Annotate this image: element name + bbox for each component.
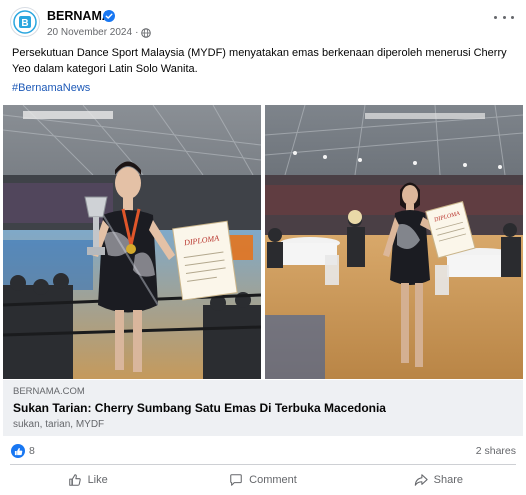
photo-dancer-on-floor[interactable]: DIPLOMA (265, 105, 523, 379)
like-label: Like (87, 474, 108, 486)
facebook-post: B BERNAMA 20 November 2024 · Persekutuan… (0, 0, 526, 495)
engagement-summary: 8 2 shares (0, 440, 526, 462)
share-count[interactable]: 2 shares (476, 445, 516, 457)
hashtag-link[interactable]: #BernamaNews (12, 82, 90, 94)
photo-dancer-with-trophy[interactable]: DIPLOMA (3, 105, 261, 379)
share-arrow-icon (414, 474, 428, 486)
post-meta: 20 November 2024 · (47, 27, 152, 38)
comment-button[interactable]: Comment (175, 466, 350, 494)
share-label: Share (433, 474, 463, 486)
like-button[interactable]: Like (0, 466, 175, 494)
verified-badge-icon (103, 10, 115, 22)
link-domain: BERNAMA.COM (13, 386, 85, 397)
comment-bubble-icon (230, 474, 242, 486)
share-button[interactable]: Share (351, 466, 526, 494)
page-avatar[interactable]: B (10, 7, 40, 37)
bernama-logo-icon: B (13, 10, 37, 34)
link-description: sukan, tarian, MYDF (13, 419, 105, 430)
post-header: B BERNAMA 20 November 2024 · (0, 0, 526, 44)
reaction-count[interactable]: 8 (29, 445, 35, 457)
action-divider (10, 464, 516, 465)
photo-grid: DIPLOMA DIPLOMA (3, 105, 523, 379)
globe-icon[interactable] (141, 27, 152, 38)
post-message: Persekutuan Dance Sport Malaysia (MYDF) … (12, 47, 507, 75)
thumbs-up-icon (68, 474, 81, 486)
link-preview[interactable]: BERNAMA.COM Sukan Tarian: Cherry Sumbang… (3, 380, 523, 436)
svg-text:B: B (21, 18, 28, 29)
comment-label: Comment (249, 474, 297, 486)
post-date-link[interactable]: 20 November 2024 (47, 27, 132, 38)
meta-separator: · (135, 27, 139, 38)
page-name-link[interactable]: BERNAMA (47, 9, 111, 23)
link-title[interactable]: Sukan Tarian: Cherry Sumbang Satu Emas D… (13, 401, 386, 415)
like-reaction-icon[interactable] (11, 444, 25, 458)
post-actions: Like Comment Share (0, 466, 526, 494)
more-options-icon[interactable] (494, 10, 514, 24)
